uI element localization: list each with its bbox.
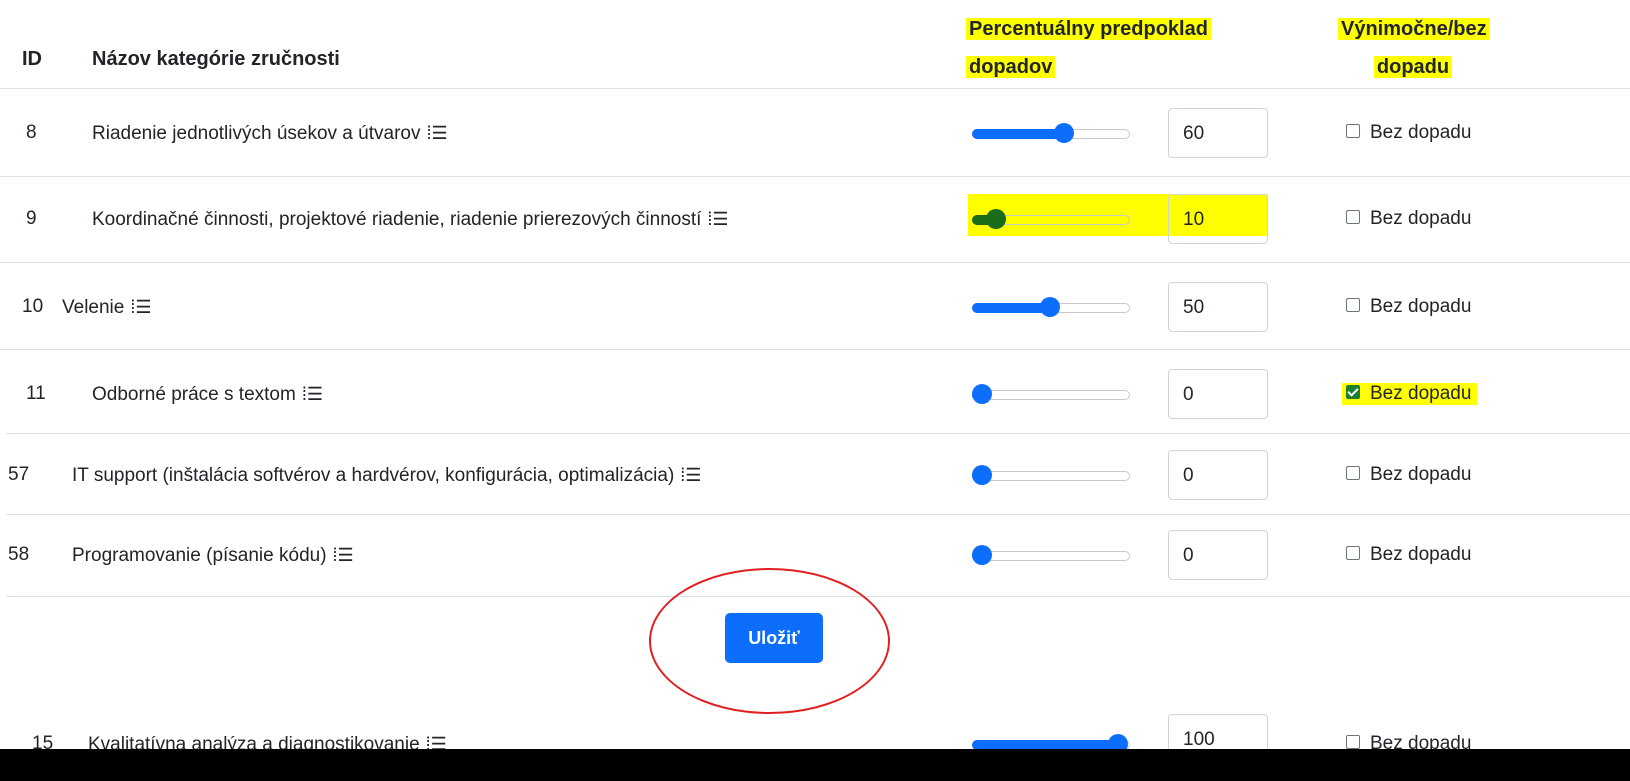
impact-percent-input[interactable]: 0 [1168, 450, 1268, 500]
header-category-name: Názov kategórie zručnosti [92, 48, 340, 70]
slider-thumb[interactable] [1053, 123, 1074, 143]
impact-percent-input[interactable]: 60 [1168, 108, 1268, 158]
checkbox-box[interactable] [1346, 209, 1360, 224]
row-name: Odborné práce s textom ⁞☰ [92, 384, 323, 405]
slider-track [972, 551, 1130, 561]
impact-slider[interactable] [972, 545, 1130, 565]
list-icon[interactable]: ⁞☰ [130, 297, 151, 317]
impact-percent-input[interactable]: 0 [1168, 530, 1268, 580]
slider-fill [972, 129, 1064, 139]
no-impact-checkbox[interactable]: Bez dopadu [1342, 383, 1478, 405]
checkbox-label: Bez dopadu [1370, 122, 1472, 143]
impact-slider[interactable] [972, 297, 1130, 317]
checkbox-label: Bez dopadu [1370, 296, 1472, 317]
no-impact-checkbox[interactable]: Bez dopadu [1346, 464, 1471, 486]
header-exception-line2: dopadu [1373, 56, 1453, 78]
no-impact-checkbox[interactable]: Bez dopadu [1346, 544, 1471, 566]
list-icon[interactable]: ⁞☰ [333, 545, 354, 565]
checkbox-box[interactable] [1346, 734, 1360, 749]
slider-thumb[interactable] [972, 384, 992, 404]
impact-slider[interactable] [972, 465, 1130, 485]
row-id: 57 [8, 464, 30, 485]
row-name: Riadenie jednotlivých úsekov a útvarov ⁞☰ [92, 123, 448, 144]
header-percent-line2: dopadov [966, 56, 1056, 78]
impact-percent-input[interactable]: 0 [1168, 369, 1268, 419]
row-name: IT support (inštalácia softvérov a hardv… [72, 465, 702, 486]
row-divider [6, 433, 1630, 434]
slider-track [972, 471, 1130, 481]
slider-track [972, 390, 1130, 400]
no-impact-checkbox[interactable]: Bez dopadu [1346, 208, 1471, 230]
list-icon[interactable]: ⁞☰ [302, 384, 323, 404]
row-divider [0, 349, 1630, 350]
checkbox-box[interactable] [1346, 545, 1360, 560]
no-impact-checkbox[interactable]: Bez dopadu [1346, 122, 1471, 144]
list-icon[interactable]: ⁞☰ [426, 123, 447, 143]
header-divider [0, 88, 1630, 89]
row-divider [0, 262, 1630, 263]
row-id: 10 [22, 296, 44, 317]
header-percent-line1: Percentuálny predpoklad [966, 18, 1211, 40]
impact-slider[interactable] [972, 384, 1130, 404]
slider-thumb[interactable] [972, 465, 992, 485]
row-divider [6, 514, 1630, 515]
annotation-circle [649, 568, 890, 714]
slider-fill [972, 303, 1050, 313]
checkbox-label: Bez dopadu [1370, 208, 1472, 229]
checkbox-box[interactable] [1346, 384, 1360, 399]
list-icon[interactable]: ⁞☰ [707, 209, 728, 229]
row-name: Koordinačné činnosti, projektové riadeni… [92, 209, 729, 230]
checkbox-box[interactable] [1346, 465, 1360, 480]
row-id: 11 [26, 383, 46, 404]
slider-thumb[interactable] [1040, 297, 1060, 317]
no-impact-checkbox[interactable]: Bez dopadu [1346, 296, 1471, 318]
row-name: Velenie ⁞☰ [62, 297, 152, 318]
row-id: 8 [26, 122, 37, 143]
slider-thumb[interactable] [972, 545, 992, 565]
impact-percent-input[interactable]: 10 [1168, 194, 1268, 244]
checkbox-label: Bez dopadu [1370, 383, 1472, 404]
checkbox-label: Bez dopadu [1370, 544, 1472, 565]
impact-slider[interactable] [972, 209, 1130, 229]
list-icon[interactable]: ⁞☰ [680, 465, 701, 485]
header-exception-line1: Výnimočne/bez [1338, 18, 1490, 40]
row-id: 58 [8, 544, 30, 565]
row-name: Programovanie (písanie kódu) ⁞☰ [72, 545, 354, 566]
bottom-edge [0, 749, 1630, 781]
checkbox-box[interactable] [1346, 297, 1360, 312]
slider-thumb[interactable] [985, 209, 1006, 229]
header-id: ID [22, 48, 42, 70]
checkbox-label: Bez dopadu [1370, 464, 1472, 485]
header-percent: Percentuálny predpoklad dopadov [966, 10, 1211, 86]
impact-percent-input[interactable]: 50 [1168, 282, 1268, 332]
header-exception: Výnimočne/bez dopadu [1338, 10, 1490, 86]
row-id: 9 [26, 208, 37, 229]
row-divider [0, 176, 1630, 177]
checkbox-box[interactable] [1346, 123, 1360, 138]
impact-slider[interactable] [972, 123, 1130, 143]
